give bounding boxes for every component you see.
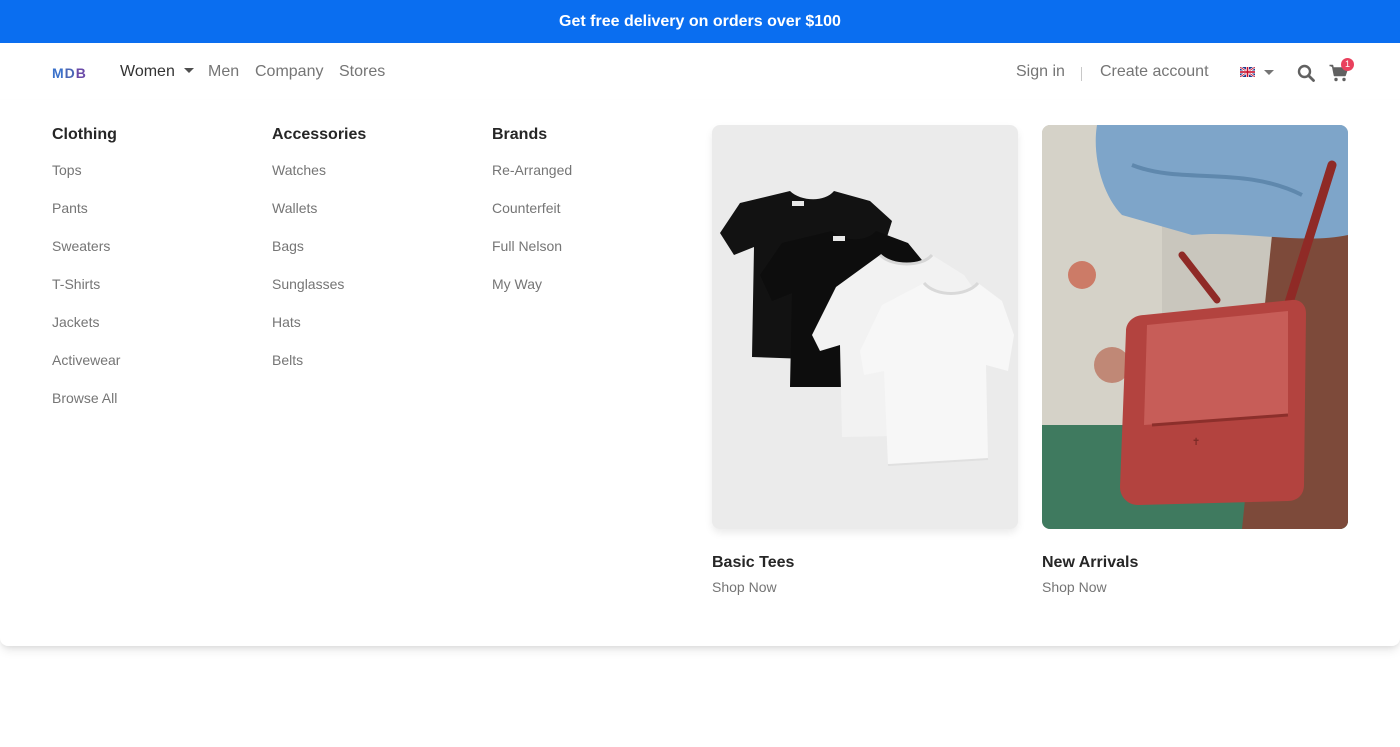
basic-tees-title: Basic Tees: [712, 554, 795, 571]
nav-stores[interactable]: Stores: [339, 63, 385, 81]
menu-item-browse-all[interactable]: Browse All: [52, 390, 120, 428]
menu-item-tops[interactable]: Tops: [52, 162, 120, 200]
uk-flag-icon[interactable]: [1240, 67, 1255, 77]
new-arrivals-shop-now-link[interactable]: Shop Now: [1042, 579, 1348, 595]
menu-item-re-arranged[interactable]: Re-Arranged: [492, 162, 572, 200]
new-arrivals-image[interactable]: ✝: [1042, 125, 1348, 529]
menu-item-jackets[interactable]: Jackets: [52, 314, 120, 352]
basic-tees-image[interactable]: [712, 125, 1018, 529]
menu-item-belts[interactable]: Belts: [272, 352, 366, 390]
menu-item-pants[interactable]: Pants: [52, 200, 120, 238]
nav-women-dropdown[interactable]: Women: [120, 63, 194, 81]
navbar: M D B Women Men Company Stores Sign in C…: [0, 43, 1400, 100]
caret-down-icon: [183, 68, 194, 73]
accessories-heading: Accessories: [272, 126, 367, 143]
brand-logo[interactable]: M D B: [52, 65, 87, 81]
menu-item-wallets[interactable]: Wallets: [272, 200, 366, 238]
nav-divider: [1081, 67, 1082, 81]
menu-item-hats[interactable]: Hats: [272, 314, 366, 352]
menu-item-full-nelson[interactable]: Full Nelson: [492, 238, 572, 276]
accessories-column: Accessories Watches Wallets Bags Sunglas…: [272, 126, 366, 390]
search-icon[interactable]: [1297, 64, 1315, 82]
menu-item-my-way[interactable]: My Way: [492, 276, 572, 314]
menu-item-watches[interactable]: Watches: [272, 162, 366, 200]
clothing-column: Clothing Tops Pants Sweaters T-Shirts Ja…: [52, 126, 120, 428]
brands-column: Brands Re-Arranged Counterfeit Full Nels…: [492, 126, 572, 314]
menu-item-counterfeit[interactable]: Counterfeit: [492, 200, 572, 238]
menu-item-t-shirts[interactable]: T-Shirts: [52, 276, 120, 314]
menu-item-sunglasses[interactable]: Sunglasses: [272, 276, 366, 314]
svg-text:✝: ✝: [1192, 437, 1200, 448]
basic-tees-shop-now-link[interactable]: Shop Now: [712, 579, 1018, 595]
new-arrivals-title: New Arrivals: [1042, 554, 1139, 571]
women-mega-menu: Clothing Tops Pants Sweaters T-Shirts Ja…: [0, 100, 1400, 646]
promo-banner: Get free delivery on orders over $100: [0, 0, 1400, 43]
nav-men[interactable]: Men: [208, 63, 239, 81]
menu-item-sweaters[interactable]: Sweaters: [52, 238, 120, 276]
language-caret-icon[interactable]: [1264, 70, 1274, 75]
menu-item-activewear[interactable]: Activewear: [52, 352, 120, 390]
sign-in-link[interactable]: Sign in: [1016, 63, 1065, 81]
nav-company[interactable]: Company: [255, 63, 323, 81]
featured-card-basic-tees[interactable]: Basic Tees Shop Now: [712, 125, 1018, 595]
promo-text: Get free delivery on orders over $100: [559, 12, 841, 30]
create-account-link[interactable]: Create account: [1100, 63, 1209, 81]
clothing-heading: Clothing: [52, 126, 117, 143]
cart-count-badge: 1: [1341, 58, 1354, 71]
brands-heading: Brands: [492, 126, 548, 143]
featured-card-new-arrivals[interactable]: ✝ New Arrivals Shop Now: [1042, 125, 1348, 595]
menu-item-bags[interactable]: Bags: [272, 238, 366, 276]
